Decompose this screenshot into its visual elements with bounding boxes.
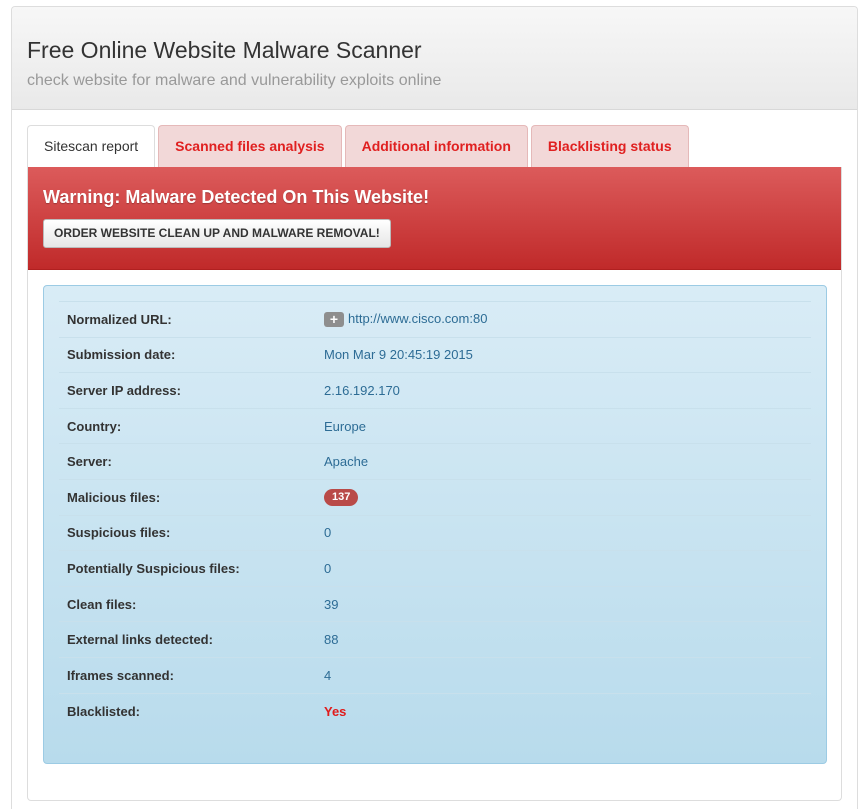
clean-files-label: Clean files: — [59, 585, 323, 622]
blacklisted-cell: Yes — [323, 692, 811, 729]
page-title: Free Online Website Malware Scanner — [27, 37, 422, 63]
suspicious-files-value: 0 — [323, 514, 811, 551]
blacklisted-value: Yes — [324, 703, 347, 719]
server-ip-value: 2.16.192.170 — [323, 372, 811, 409]
table-row: Server IP address: 2.16.192.170 — [59, 372, 811, 409]
external-links-label: External links detected: — [59, 621, 323, 658]
table-row: Iframes scanned: 4 — [59, 656, 811, 694]
iframes-scanned-label: Iframes scanned: — [59, 656, 323, 694]
blacklisted-label: Blacklisted: — [59, 692, 323, 729]
clean-files-value: 39 — [323, 585, 811, 622]
plus-icon[interactable]: + — [324, 312, 344, 328]
normalized-url-link[interactable]: http://www.cisco.com:80 — [348, 311, 487, 326]
malicious-files-cell: 137 — [323, 478, 811, 516]
scan-results-box: Normalized URL: + http://www.cisco.com:80… — [43, 285, 827, 764]
normalized-url-cell: + http://www.cisco.com:80 — [323, 301, 811, 338]
table-row: Clean files: 39 — [59, 585, 811, 622]
table-row: Potentially Suspicious files: 0 — [59, 550, 811, 587]
table-row: Malicious files: 137 — [59, 478, 811, 516]
table-row: Blacklisted: Yes — [59, 692, 811, 729]
external-links-value: 88 — [323, 621, 811, 658]
potentially-suspicious-files-value: 0 — [323, 550, 811, 587]
submission-date-label: Submission date: — [59, 336, 323, 373]
server-ip-label: Server IP address: — [59, 372, 323, 409]
table-row: Submission date: Mon Mar 9 20:45:19 2015 — [59, 336, 811, 373]
server-label: Server: — [59, 443, 323, 480]
table-row: Suspicious files: 0 — [59, 514, 811, 551]
tab-sitescan-report[interactable]: Sitescan report — [27, 125, 156, 167]
tab-blacklisting-status[interactable]: Blacklisting status — [530, 125, 689, 167]
suspicious-files-label: Suspicious files: — [59, 514, 323, 551]
country-value: Europe — [323, 407, 811, 444]
malicious-files-label: Malicious files: — [59, 478, 323, 516]
submission-date-value: Mon Mar 9 20:45:19 2015 — [323, 336, 811, 373]
server-value: Apache — [323, 443, 811, 480]
malware-warning-banner: Warning: Malware Detected On This Websit… — [28, 167, 841, 270]
potentially-suspicious-files-label: Potentially Suspicious files: — [59, 550, 323, 587]
country-label: Country: — [59, 407, 323, 444]
malicious-files-badge: 137 — [324, 489, 359, 507]
table-row: External links detected: 88 — [59, 621, 811, 658]
page-header: Free Online Website Malware Scanner chec… — [12, 7, 857, 110]
table-row: Country: Europe — [59, 407, 811, 444]
tab-bar: Sitescan report Scanned files analysis A… — [27, 125, 692, 167]
order-cleanup-button[interactable]: ORDER WEBSITE CLEAN UP AND MALWARE REMOV… — [43, 219, 391, 248]
page-subtitle: check website for malware and vulnerabil… — [27, 72, 442, 89]
normalized-url-label: Normalized URL: — [59, 301, 323, 338]
report-panel: Warning: Malware Detected On This Websit… — [27, 167, 842, 801]
scan-results-table: Normalized URL: + http://www.cisco.com:80… — [59, 301, 811, 729]
warning-title: Warning: Malware Detected On This Websit… — [43, 187, 430, 207]
table-row: Normalized URL: + http://www.cisco.com:80 — [59, 301, 811, 338]
tab-scanned-files-analysis[interactable]: Scanned files analysis — [158, 125, 342, 167]
table-row: Server: Apache — [59, 443, 811, 480]
iframes-scanned-value: 4 — [323, 656, 811, 694]
tab-additional-information[interactable]: Additional information — [344, 125, 528, 167]
